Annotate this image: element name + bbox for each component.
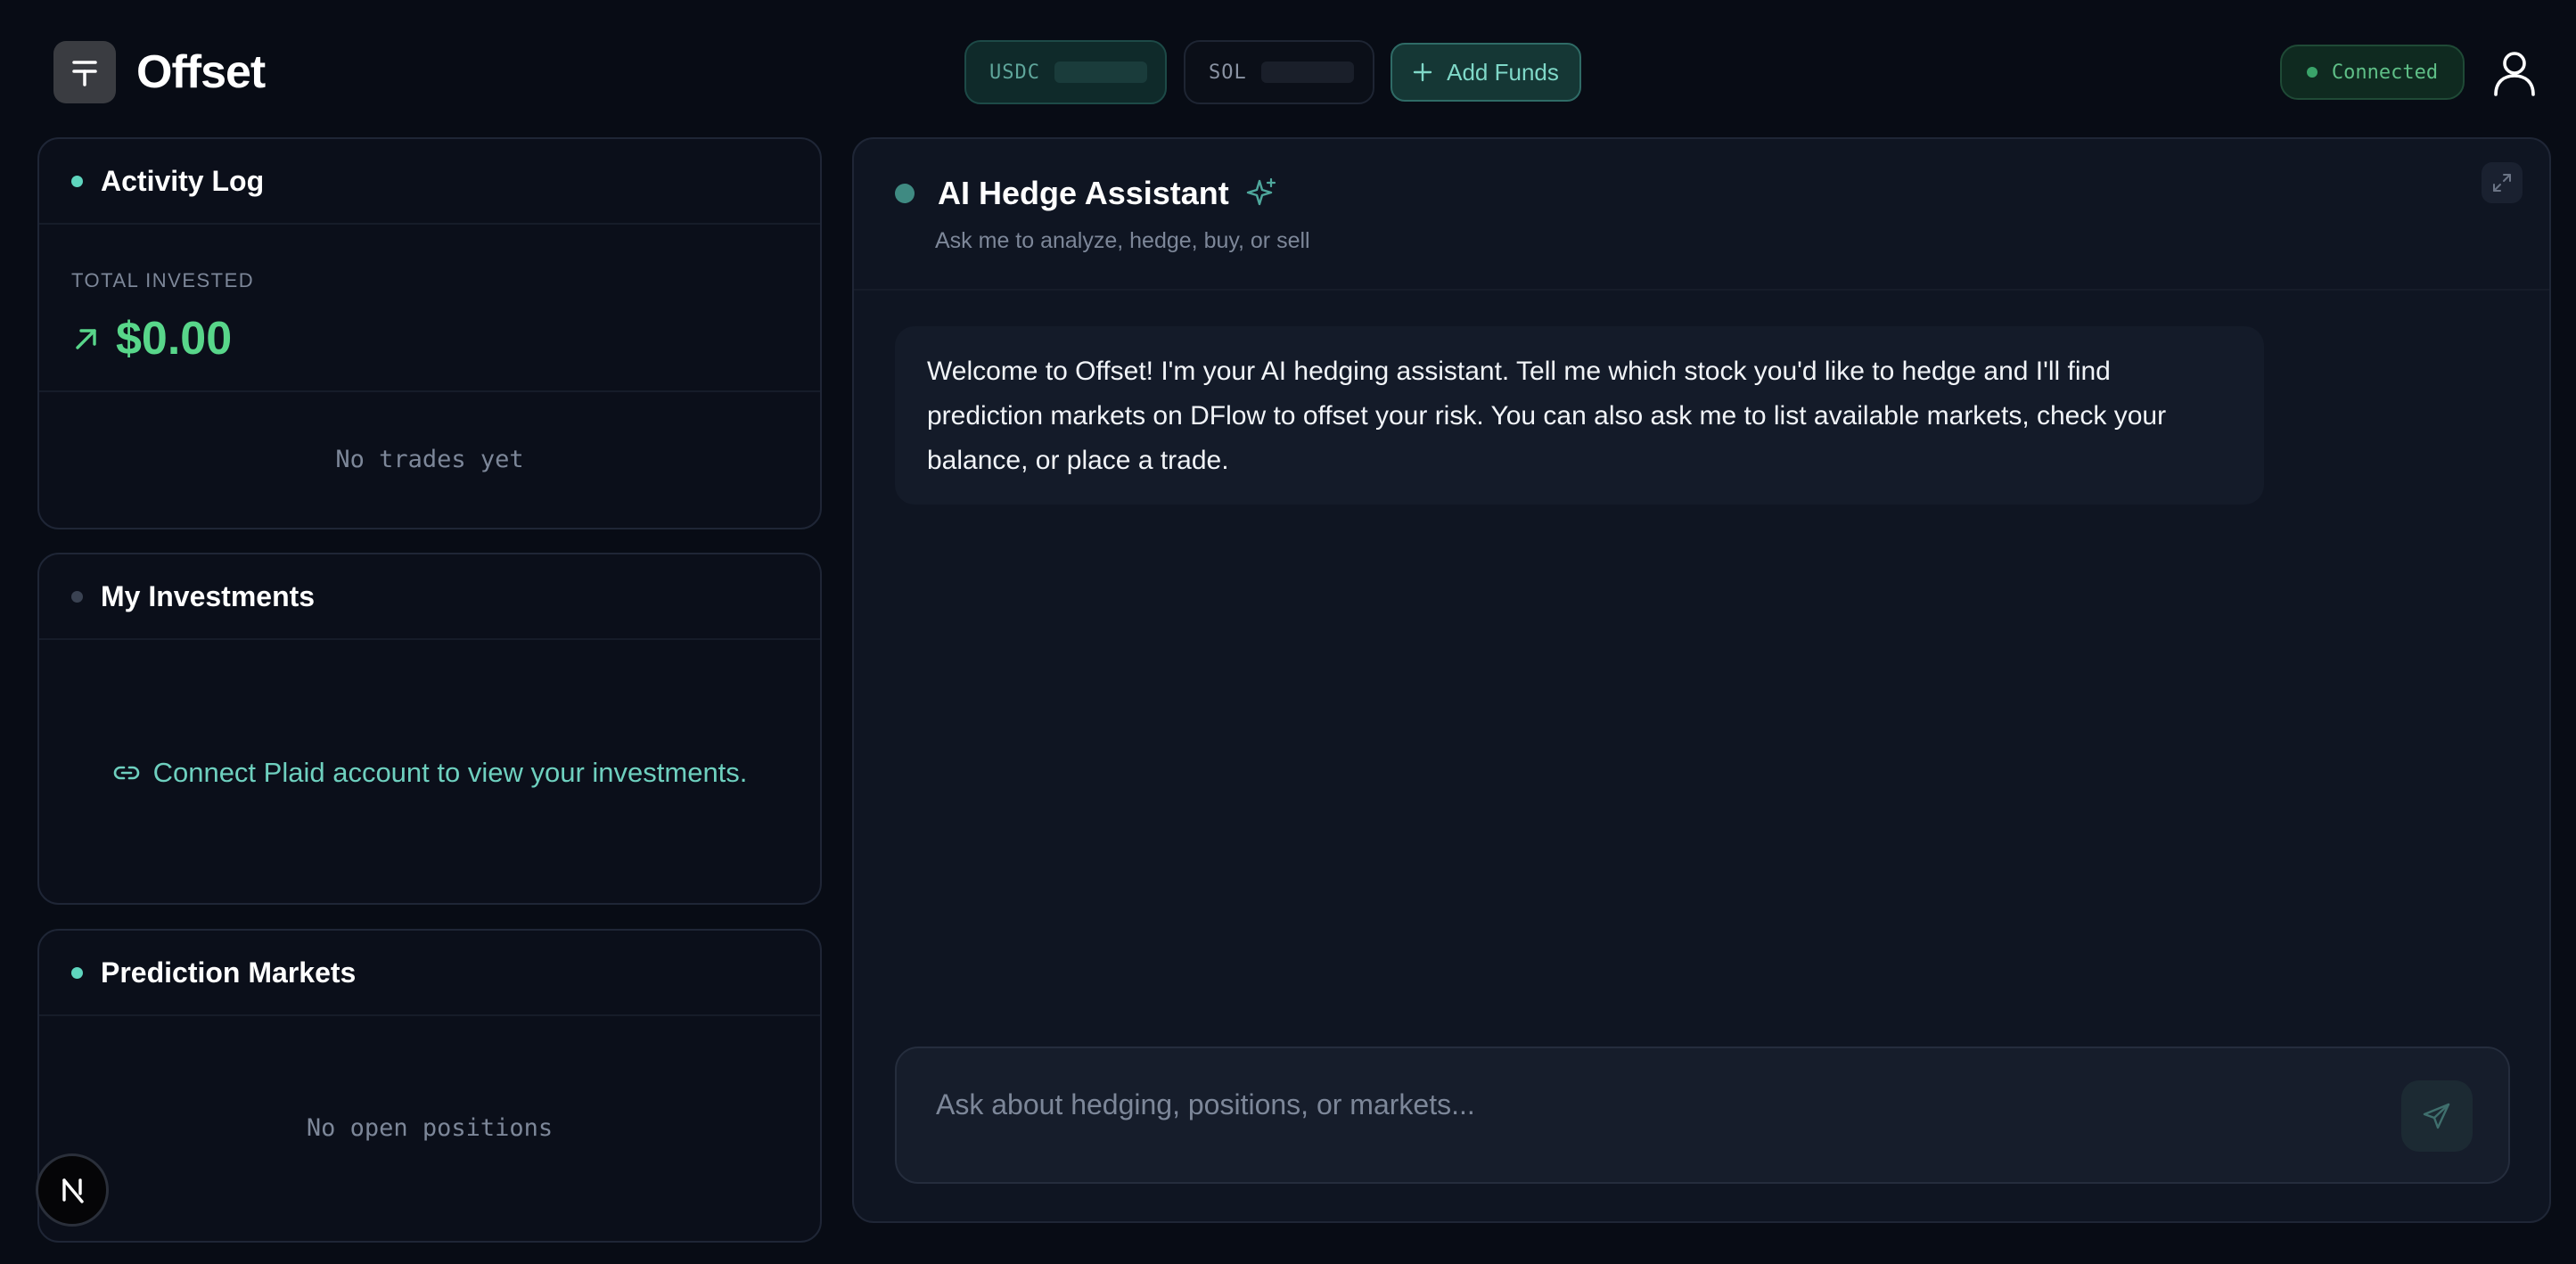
total-invested-section: TOTAL INVESTED $0.00	[39, 225, 820, 392]
prediction-markets-card: Prediction Markets No open positions	[37, 929, 822, 1243]
prediction-markets-empty-message: No open positions	[306, 1113, 554, 1142]
my-investments-title: My Investments	[101, 579, 316, 612]
status-dot-icon	[71, 966, 83, 979]
usdc-label: USDC	[989, 61, 1040, 84]
my-investments-card: My Investments Connect Plaid account to …	[37, 553, 822, 905]
usdc-balance-skeleton	[1054, 62, 1147, 83]
total-invested-value: $0.00	[116, 313, 233, 365]
connect-plaid-label: Connect Plaid account to view your inves…	[152, 756, 748, 788]
send-button[interactable]	[2401, 1080, 2473, 1152]
ai-hedge-assistant-panel: AI Hedge Assistant Ask me to analyze, he…	[852, 137, 2551, 1223]
brand-name: Offset	[136, 46, 266, 98]
arrow-up-right-icon	[76, 329, 96, 349]
expand-icon	[2493, 174, 2511, 192]
total-invested-row: $0.00	[71, 312, 820, 365]
assistant-status-dot-icon	[895, 184, 915, 203]
send-icon	[2423, 1103, 2450, 1129]
chat-input[interactable]	[936, 1082, 2362, 1127]
chat-subtitle: Ask me to analyze, hedge, buy, or sell	[935, 228, 1310, 253]
status-dot-icon	[71, 175, 83, 187]
status-dot-icon	[71, 590, 83, 603]
expand-button[interactable]	[2482, 162, 2523, 203]
connection-status-badge: Connected	[2280, 45, 2465, 100]
plus-icon	[1413, 62, 1432, 82]
add-funds-label: Add Funds	[1447, 58, 1559, 86]
usdc-balance-pill[interactable]: USDC	[964, 40, 1167, 104]
sol-label: SOL	[1209, 61, 1247, 84]
activity-log-card: Activity Log TOTAL INVESTED $0.00 No tra…	[37, 137, 822, 529]
assistant-message-bubble: Welcome to Offset! I'm your AI hedging a…	[895, 326, 2264, 505]
connection-status-label: Connected	[2331, 61, 2439, 84]
total-invested-label: TOTAL INVESTED	[71, 269, 255, 291]
logo[interactable]	[53, 41, 116, 103]
user-icon[interactable]	[2489, 46, 2540, 98]
connect-plaid-link[interactable]: Connect Plaid account to view your inves…	[112, 756, 748, 789]
prediction-markets-title: Prediction Markets	[101, 956, 357, 989]
status-dot-icon	[2306, 67, 2318, 78]
prediction-markets-header: Prediction Markets	[39, 931, 820, 1016]
activity-log-title: Activity Log	[101, 164, 265, 197]
chat-title: AI Hedge Assistant	[938, 175, 1229, 211]
chat-header: AI Hedge Assistant Ask me to analyze, he…	[854, 139, 2549, 291]
plaid-connect-area: Connect Plaid account to view your inves…	[39, 640, 820, 903]
activity-empty-message: No trades yet	[335, 445, 524, 473]
nextjs-dev-badge[interactable]	[36, 1153, 109, 1227]
add-funds-button[interactable]: Add Funds	[1391, 43, 1581, 102]
link-icon	[113, 766, 139, 779]
activity-log-header: Activity Log	[39, 139, 820, 225]
my-investments-header: My Investments	[39, 554, 820, 640]
chat-composer	[895, 1046, 2510, 1184]
plus-minus-icon	[72, 61, 97, 86]
sol-balance-pill[interactable]: SOL	[1184, 40, 1374, 104]
sparkle-icon	[1246, 177, 1276, 206]
sol-balance-skeleton	[1260, 62, 1354, 83]
app-header: Offset USDC SOL Add Funds Connected	[0, 0, 2576, 139]
n-logo-icon	[62, 1178, 84, 1203]
